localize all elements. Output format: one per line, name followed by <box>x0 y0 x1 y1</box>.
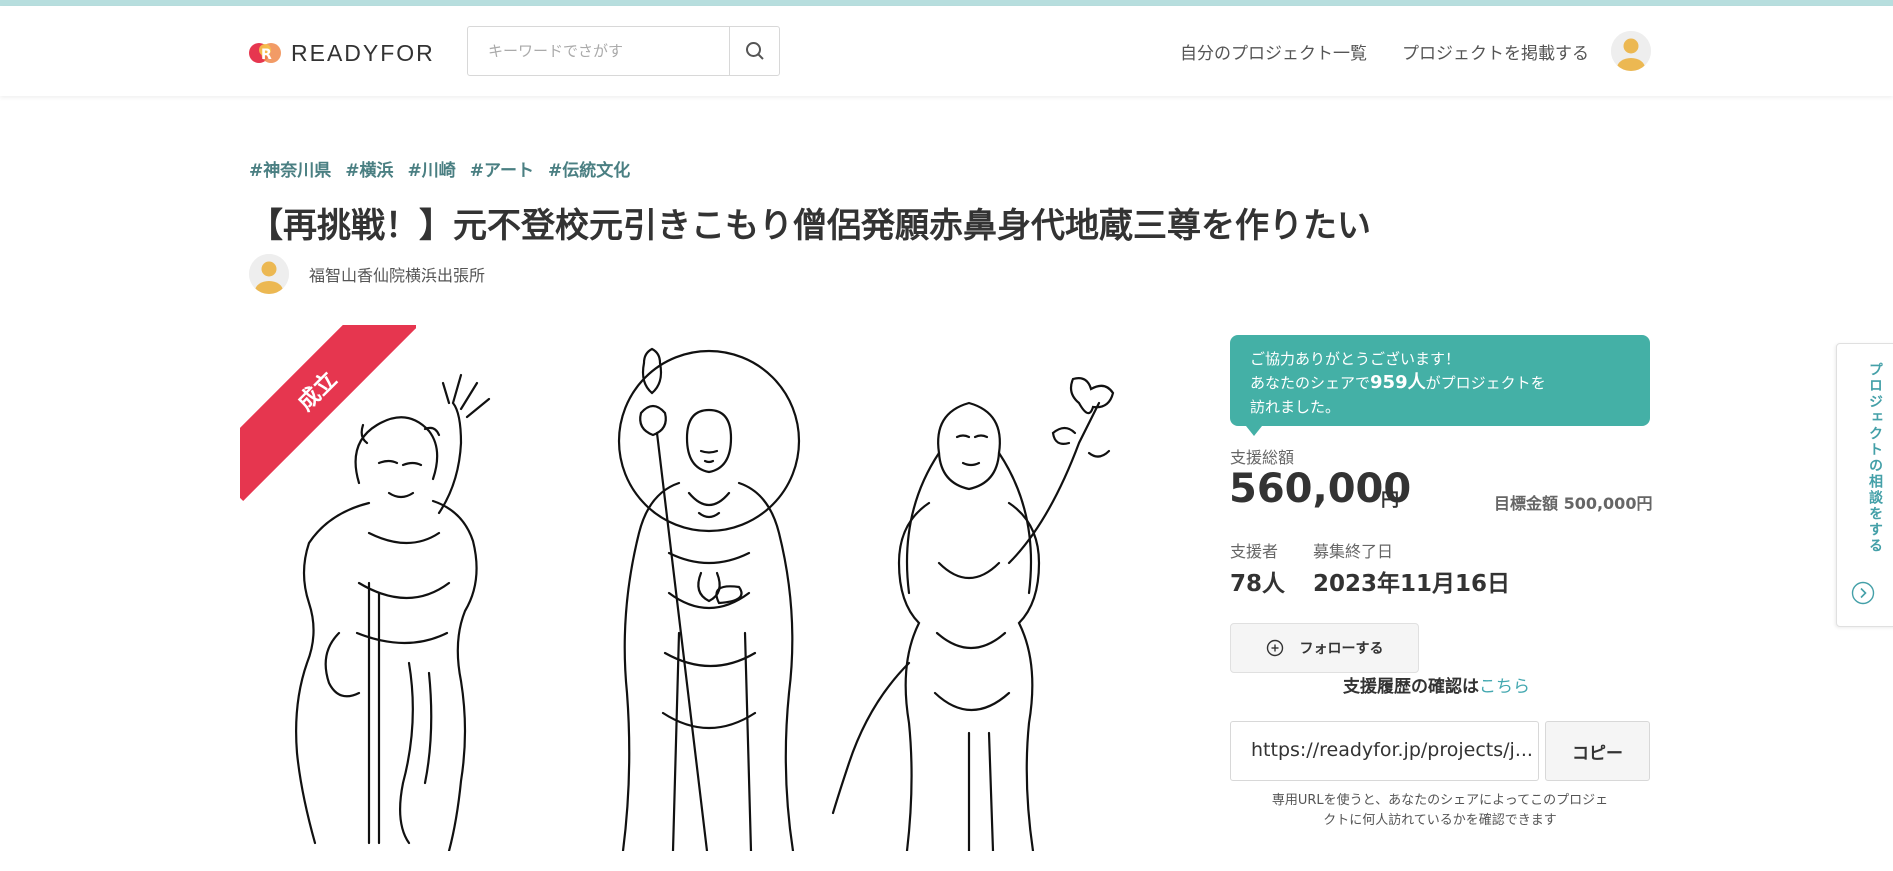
support-history-text: 支援履歴の確認は <box>1343 677 1479 697</box>
owner-name: 福智山香仙院横浜出張所 <box>309 266 486 285</box>
chevron-right-circle-icon <box>1851 581 1875 605</box>
search-box <box>467 26 780 76</box>
end-date-label: 募集終了日 <box>1313 542 1394 561</box>
readyfor-logo[interactable]: R READYFOR <box>249 38 435 68</box>
follow-button[interactable]: フォローする <box>1230 623 1419 673</box>
backers-count: 78人 <box>1230 571 1286 597</box>
right-bodhisattva-figure <box>831 377 1115 851</box>
project-tags: #神奈川県 #横浜 #川崎 #アート #伝統文化 <box>249 156 630 181</box>
success-ribbon: 成立 <box>240 325 416 501</box>
thanks-line-3: 訪れました。 <box>1250 398 1341 416</box>
search-input[interactable] <box>468 27 729 75</box>
tag-link[interactable]: #横浜 <box>345 156 393 181</box>
owner-avatar-icon <box>249 254 289 294</box>
share-url-field[interactable]: https://readyfor.jp/projects/j... <box>1230 721 1539 781</box>
thanks-line-2: あなたのシェアで959人がプロジェクトを <box>1250 371 1630 395</box>
success-ribbon-label: 成立 <box>240 325 416 501</box>
search-icon <box>745 42 764 60</box>
tag-link[interactable]: #川崎 <box>408 156 456 181</box>
search-button[interactable] <box>729 27 779 75</box>
follow-button-label: フォローする <box>1299 641 1384 657</box>
share-visitor-count: 959人 <box>1370 372 1426 393</box>
central-jizo-figure <box>617 347 801 851</box>
share-thanks-bubble: ご協力ありがとうございます！ あなたのシェアで959人がプロジェクトを 訪れまし… <box>1230 335 1650 436</box>
plus-circle-icon <box>1266 639 1283 657</box>
goal-amount: 目標金額 500,000円 <box>1494 494 1653 513</box>
share-url-note-line-2: クトに何人訪れているかを確認できます <box>1323 813 1557 828</box>
share-url-note-line-1: 専用URLを使うと、あなたのシェアによってこのプロジェ <box>1271 793 1609 808</box>
support-history-link[interactable]: こちら <box>1479 677 1530 697</box>
total-currency: 円 <box>1381 490 1399 511</box>
total-label: 支援総額 <box>1230 448 1295 467</box>
thanks-line-2-post: がプロジェクトを <box>1425 374 1546 392</box>
backers-label: 支援者 <box>1230 542 1279 561</box>
tag-link[interactable]: #神奈川県 <box>249 156 331 181</box>
thanks-line-2-pre: あなたのシェアで <box>1250 374 1371 392</box>
nav-post-project-link[interactable]: プロジェクトを掲載する <box>1402 39 1589 64</box>
site-header: R READYFOR 自分のプロジェクト一覧 プロジェクトを掲載する <box>0 6 1893 96</box>
readyfor-logo-mark-icon: R <box>249 43 281 63</box>
svg-text:R: R <box>261 47 272 63</box>
user-avatar-icon <box>1611 31 1651 71</box>
copy-url-button[interactable]: コピー <box>1545 721 1650 781</box>
support-history: 支援履歴の確認はこちら <box>1343 672 1530 697</box>
tag-link[interactable]: #アート <box>470 156 534 181</box>
share-url-note: 専用URLを使うと、あなたのシェアによってこのプロジェ クトに何人訪れているかを… <box>1230 791 1650 831</box>
project-consult-label: プロジェクトの相談をする <box>1867 362 1883 554</box>
project-owner[interactable]: 福智山香仙院横浜出張所 <box>249 254 485 294</box>
tag-link[interactable]: #伝統文化 <box>548 156 630 181</box>
thanks-line-1: ご協力ありがとうございます！ <box>1250 350 1461 368</box>
project-title: 【再挑戦！】元不登校元引きこもり僧侶発願赤鼻身代地蔵三尊を作りたい <box>249 206 1371 246</box>
end-date-value: 2023年11月16日 <box>1313 571 1511 597</box>
project-consult-tab[interactable]: プロジェクトの相談をする <box>1836 343 1893 627</box>
logo-text: READYFOR <box>291 39 435 66</box>
nav-my-projects-link[interactable]: 自分のプロジェクト一覧 <box>1180 39 1367 64</box>
user-avatar[interactable] <box>1611 31 1651 71</box>
owner-avatar <box>249 254 289 294</box>
